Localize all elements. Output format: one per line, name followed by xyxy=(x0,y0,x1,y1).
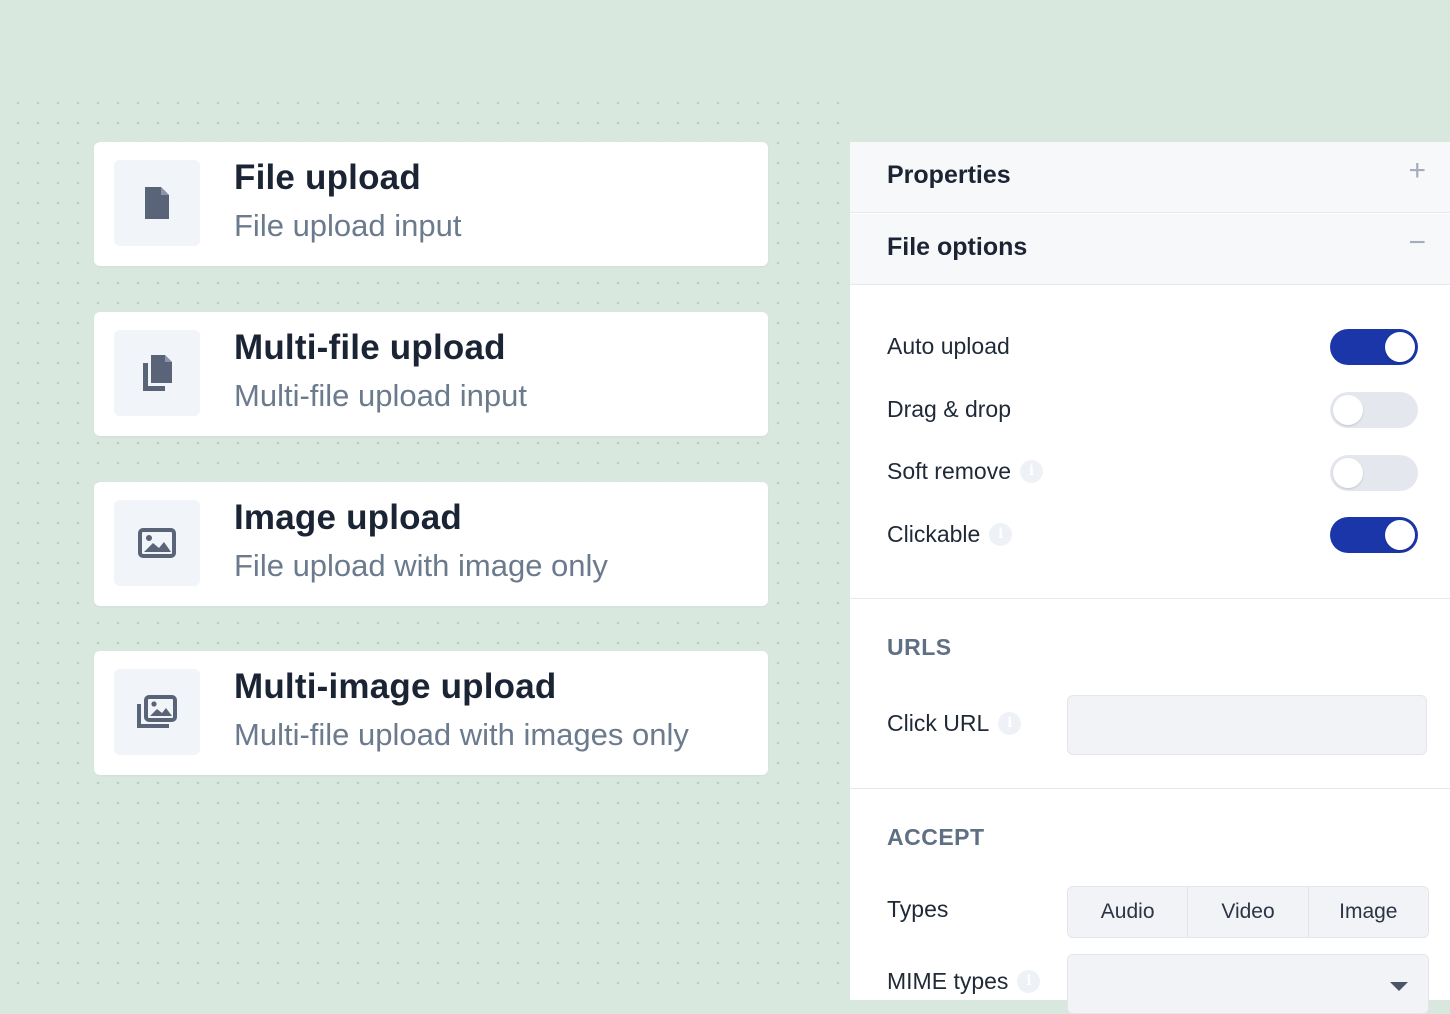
mime-types-label: MIME types i xyxy=(887,968,1041,995)
file-options-header[interactable]: File options − xyxy=(850,214,1450,285)
click-url-input[interactable] xyxy=(1067,695,1427,755)
type-audio-button[interactable]: Audio xyxy=(1068,887,1189,937)
auto-upload-toggle[interactable] xyxy=(1330,329,1418,365)
file-options-title: File options xyxy=(887,233,1028,261)
info-icon[interactable]: i xyxy=(1020,460,1043,483)
urls-group-title: URLS xyxy=(887,634,952,660)
card-title: File upload xyxy=(234,158,421,197)
toggle-knob xyxy=(1333,395,1363,425)
field-label: MIME types xyxy=(887,968,1009,994)
soft-remove-toggle[interactable] xyxy=(1330,455,1418,491)
toggle-knob xyxy=(1385,520,1415,550)
type-video-button[interactable]: Video xyxy=(1188,887,1309,937)
toggle-knob xyxy=(1385,332,1415,362)
option-label: Clickable xyxy=(887,521,981,547)
properties-title: Properties xyxy=(887,161,1011,189)
image-icon xyxy=(114,500,200,586)
clickable-toggle[interactable] xyxy=(1330,517,1418,553)
option-label: Drag & drop xyxy=(887,396,1012,422)
click-url-label: Click URL i xyxy=(887,710,1022,737)
file-icon xyxy=(114,160,200,246)
card-subtitle: File upload with image only xyxy=(234,548,608,583)
element-card-file-upload[interactable]: File upload File upload input xyxy=(94,142,768,266)
element-card-multi-image-upload[interactable]: Multi-image upload Multi-file upload wit… xyxy=(94,651,768,775)
clickable-label: Clickable i xyxy=(887,521,1013,548)
info-icon[interactable]: i xyxy=(989,523,1013,546)
field-label: Types xyxy=(887,896,949,922)
collapse-icon[interactable]: − xyxy=(1408,228,1426,258)
drag-drop-label: Drag & drop xyxy=(887,396,1011,423)
card-subtitle: Multi-file upload input xyxy=(234,378,527,413)
images-icon xyxy=(114,669,200,755)
card-title: Multi-file upload xyxy=(234,328,506,367)
field-label: Click URL xyxy=(887,710,990,736)
auto-upload-label: Auto upload xyxy=(887,333,1010,360)
chevron-down-icon xyxy=(1390,982,1408,991)
type-image-button[interactable]: Image xyxy=(1309,887,1428,937)
toggle-knob xyxy=(1333,458,1363,488)
drag-drop-toggle[interactable] xyxy=(1330,392,1418,428)
types-label: Types xyxy=(887,896,948,923)
info-icon[interactable]: i xyxy=(1017,970,1041,993)
section-divider xyxy=(850,788,1450,789)
properties-panel: Properties + File options − Auto upload … xyxy=(850,142,1450,1014)
option-label: Auto upload xyxy=(887,333,1010,359)
properties-header[interactable]: Properties + xyxy=(850,142,1450,213)
element-card-multi-file-upload[interactable]: Multi-file upload Multi-file upload inpu… xyxy=(94,312,768,436)
soft-remove-label: Soft remove i xyxy=(887,458,1043,485)
mime-types-select[interactable] xyxy=(1067,954,1429,1014)
info-icon[interactable]: i xyxy=(998,712,1022,735)
expand-icon[interactable]: + xyxy=(1408,156,1426,186)
card-subtitle: Multi-file upload with images only xyxy=(234,717,689,752)
element-card-image-upload[interactable]: Image upload File upload with image only xyxy=(94,482,768,606)
accept-group-title: ACCEPT xyxy=(887,824,985,850)
types-segmented-control: Audio Video Image xyxy=(1067,886,1429,938)
files-icon xyxy=(114,330,200,416)
option-label: Soft remove xyxy=(887,458,1011,484)
card-subtitle: File upload input xyxy=(234,208,462,243)
section-divider xyxy=(850,598,1450,599)
card-title: Image upload xyxy=(234,498,462,537)
card-title: Multi-image upload xyxy=(234,667,557,706)
